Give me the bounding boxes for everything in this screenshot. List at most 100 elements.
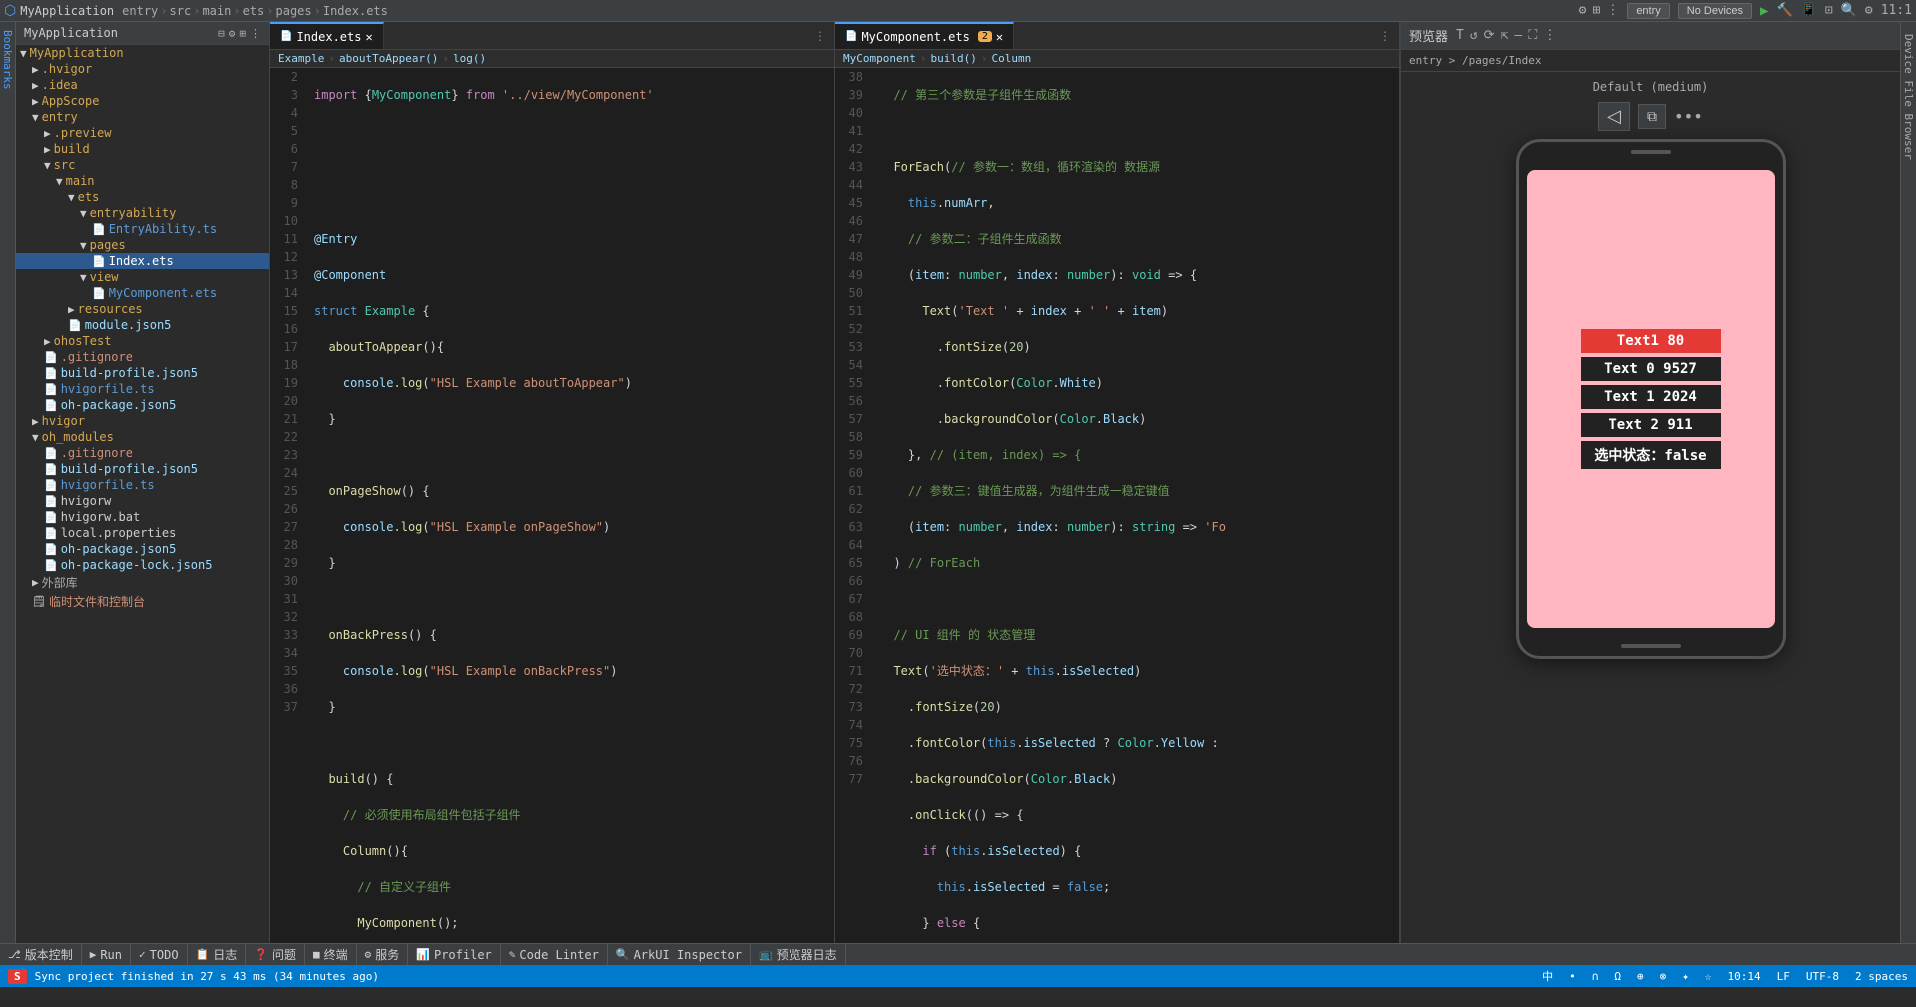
tree-item-appscope[interactable]: ▶ AppScope: [16, 93, 269, 109]
run-button[interactable]: ▶: [1760, 3, 1768, 19]
settings-icon[interactable]: ⚙: [1579, 3, 1587, 18]
bookmarks-tab[interactable]: Bookmarks: [1, 30, 14, 90]
tab-index-ets[interactable]: 📄 Index.ets ✕: [270, 22, 384, 49]
tree-item-main[interactable]: ▼ main: [16, 173, 269, 189]
status-icon1[interactable]: ∩: [1592, 970, 1599, 983]
more-tree-icon[interactable]: ⋮: [250, 27, 261, 40]
tree-item-build-profile2[interactable]: 📄 build-profile.json5: [16, 461, 269, 477]
tree-item-hvigorfile[interactable]: 📄 hvigorfile.ts: [16, 381, 269, 397]
fullscreen-icon[interactable]: ⛶: [1528, 28, 1537, 43]
code-scroll-left[interactable]: Example › aboutToAppear() › log() 2 3 4 …: [270, 50, 834, 943]
tree-item-hvigorw-bat[interactable]: 📄 hvigorw.bat: [16, 509, 269, 525]
tree-item-view[interactable]: ▼ view: [16, 269, 269, 285]
device-file-browser-tab[interactable]: Device File Browser: [1900, 26, 1916, 168]
harmony-badge[interactable]: S: [8, 969, 27, 984]
tree-item-idea[interactable]: ▶ .idea: [16, 77, 269, 93]
more-ctrl[interactable]: •••: [1674, 107, 1703, 126]
toolbar-preview-log[interactable]: 📺 预览器日志: [751, 944, 846, 965]
sync-icon[interactable]: ⟳: [1484, 28, 1495, 43]
toolbar-profiler[interactable]: 📊 Profiler: [408, 944, 501, 965]
bc-ets[interactable]: ets: [243, 4, 265, 18]
collapse-icon[interactable]: ⊟: [218, 27, 225, 40]
tree-item-entryability[interactable]: ▼ entryability: [16, 205, 269, 221]
tree-item-hvigorfile2[interactable]: 📄 hvigorfile.ts: [16, 477, 269, 493]
tree-item-index-ets[interactable]: 📄 Index.ets: [16, 253, 269, 269]
settings-icon2[interactable]: ⚙: [1865, 3, 1873, 18]
status-icon4[interactable]: ⊗: [1660, 970, 1667, 983]
tab-close2[interactable]: ✕: [996, 30, 1003, 44]
status-lf[interactable]: LF: [1777, 970, 1790, 983]
refresh-icon[interactable]: ↺: [1470, 28, 1478, 43]
tree-item-mycomponent[interactable]: 📄 MyComponent.ets: [16, 285, 269, 301]
tree-item-ets[interactable]: ▼ ets: [16, 189, 269, 205]
entry-dropdown[interactable]: entry: [1627, 3, 1669, 19]
tree-item-entry[interactable]: ▼ entry: [16, 109, 269, 125]
bc-mycomp[interactable]: MyComponent: [843, 52, 916, 65]
expand-icon[interactable]: ⇱: [1501, 28, 1509, 43]
tree-item-src[interactable]: ▼ src: [16, 157, 269, 173]
device-text-3[interactable]: Text 1 2024: [1581, 385, 1721, 409]
tree-item-preview[interactable]: ▶ .preview: [16, 125, 269, 141]
pane-menu-right[interactable]: ⋮: [1371, 29, 1399, 43]
toolbar-code-linter[interactable]: ✎ Code Linter: [501, 944, 608, 965]
search-icon[interactable]: 🔍: [1841, 3, 1857, 18]
filter-icon[interactable]: ⊞: [239, 27, 246, 40]
tree-item-local-props[interactable]: 📄 local.properties: [16, 525, 269, 541]
tree-item-external[interactable]: ▶ 外部库: [16, 573, 269, 592]
status-icon6[interactable]: ☆: [1705, 970, 1712, 983]
status-indent[interactable]: 2 spaces: [1855, 970, 1908, 983]
tree-item-hvigor[interactable]: ▶ .hvigor: [16, 61, 269, 77]
build-icon[interactable]: 🔨: [1776, 3, 1792, 18]
toolbar-version-control[interactable]: ⎇ 版本控制: [0, 944, 82, 965]
toolbar-icon2[interactable]: ⊡: [1825, 3, 1833, 18]
bc-column[interactable]: Column: [991, 52, 1031, 65]
toolbar-run[interactable]: ▶ Run: [82, 944, 131, 965]
tab-mycomponent-ets[interactable]: 📄 MyComponent.ets 2 ✕: [835, 22, 1014, 49]
status-dot1[interactable]: •: [1569, 970, 1576, 983]
bc-pages[interactable]: pages: [276, 4, 312, 18]
tree-item-build-profile[interactable]: 📄 build-profile.json5: [16, 365, 269, 381]
more-icon[interactable]: ⋮: [1606, 3, 1619, 18]
bc-log[interactable]: log(): [453, 52, 486, 65]
toolbar-problems[interactable]: ❓ 问题: [246, 944, 305, 965]
device-text-2[interactable]: Text 0 9527: [1581, 357, 1721, 381]
more-preview-icon[interactable]: ⋮: [1543, 28, 1556, 43]
tree-item-scratch[interactable]: 🗒 临时文件和控制台: [16, 592, 269, 611]
copy-btn[interactable]: ⧉: [1638, 104, 1666, 129]
font-inc-icon[interactable]: T: [1456, 28, 1464, 43]
tree-item-ohostest[interactable]: ▶ ohosTest: [16, 333, 269, 349]
settings-tree-icon[interactable]: ⚙: [229, 27, 236, 40]
toolbar-arkui-inspector[interactable]: 🔍 ArkUI Inspector: [608, 944, 751, 965]
toolbar-terminal[interactable]: ■ 终端: [305, 944, 357, 965]
device-text-1[interactable]: Text1 80: [1581, 329, 1721, 353]
tree-item-gitignore[interactable]: 📄 .gitignore: [16, 349, 269, 365]
tab-close[interactable]: ✕: [365, 30, 372, 44]
device-mgr-icon[interactable]: 📱: [1801, 3, 1817, 18]
tree-item-oh-package2[interactable]: 📄 oh-package.json5: [16, 541, 269, 557]
device-text-status[interactable]: 选中状态：false: [1581, 441, 1721, 469]
tree-item-entryability-ts[interactable]: 📄 EntryAbility.ts: [16, 221, 269, 237]
status-icon5[interactable]: ✦: [1682, 970, 1689, 983]
tree-item-oh-package-lock[interactable]: 📄 oh-package-lock.json5: [16, 557, 269, 573]
tree-item-hvigorw[interactable]: 📄 hvigorw: [16, 493, 269, 509]
tree-item-resources[interactable]: ▶ resources: [16, 301, 269, 317]
toolbar-services[interactable]: ⚙ 服务: [357, 944, 409, 965]
code-scroll-right[interactable]: MyComponent › build() › Column 38 39 40 …: [835, 50, 1399, 943]
toolbar-todo[interactable]: ✓ TODO: [131, 944, 188, 965]
bc-build[interactable]: build(): [930, 52, 976, 65]
status-icon2[interactable]: Ω: [1614, 970, 1621, 983]
bc-about-appear[interactable]: aboutToAppear(): [339, 52, 438, 65]
code-content-left[interactable]: import {MyComponent} from '../view/MyCom…: [310, 68, 834, 943]
tree-item-build[interactable]: ▶ build: [16, 141, 269, 157]
status-encoding[interactable]: UTF-8: [1806, 970, 1839, 983]
device-text-4[interactable]: Text 2 911: [1581, 413, 1721, 437]
bc-example[interactable]: Example: [278, 52, 324, 65]
pane-menu-left[interactable]: ⋮: [806, 29, 834, 43]
prev-btn[interactable]: ◁: [1598, 102, 1630, 131]
tree-item-oh-modules[interactable]: ▼ oh_modules: [16, 429, 269, 445]
layout-icon[interactable]: ⊞: [1592, 3, 1600, 18]
bc-file[interactable]: Index.ets: [323, 4, 388, 18]
code-content-right[interactable]: // 第三个参数是子组件生成函数 ForEach(// 参数一：数组，循环渲染的…: [875, 68, 1399, 943]
tree-item-myapp[interactable]: ▼ MyApplication: [16, 45, 269, 61]
status-icon3[interactable]: ⊕: [1637, 970, 1644, 983]
